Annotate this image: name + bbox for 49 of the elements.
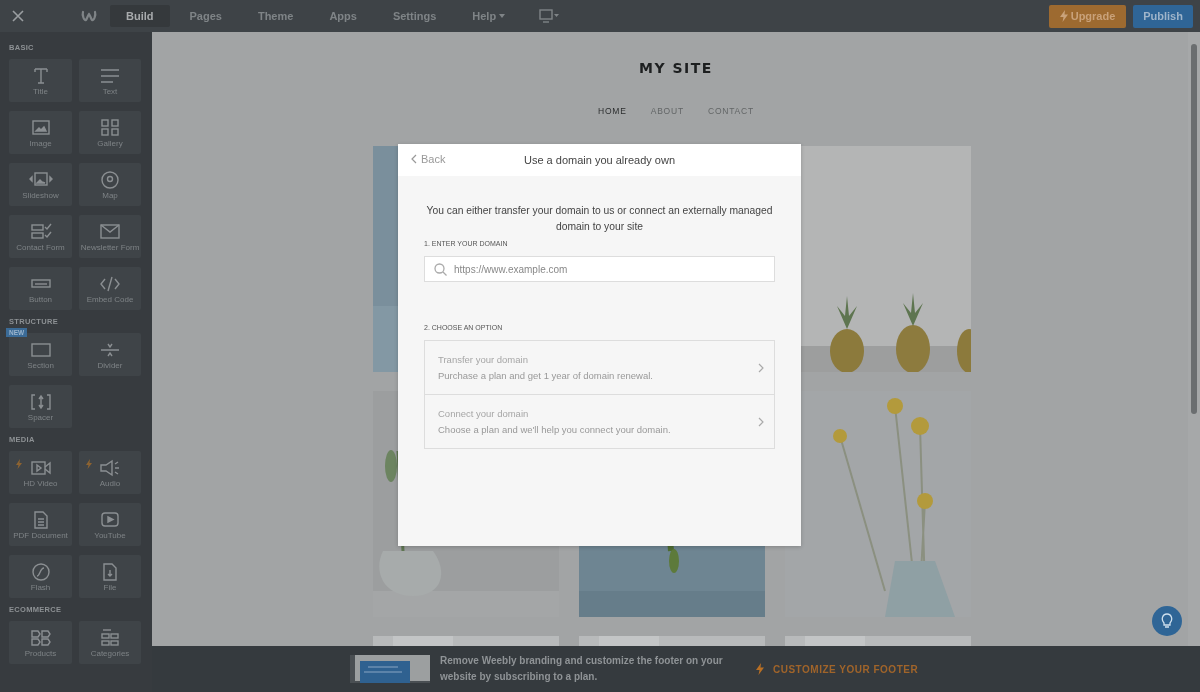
- scrollbar[interactable]: [1188, 32, 1200, 646]
- publish-button[interactable]: Publish: [1133, 4, 1193, 28]
- option-description: Purchase a plan and get 1 year of domain renewal.: [438, 370, 654, 381]
- option-row[interactable]: Connect your domain Choose a plan and we'll help you connect your domain.: [425, 394, 774, 448]
- element-tile[interactable]: Slideshow: [9, 163, 72, 206]
- nav-tab[interactable]: Apps: [313, 5, 373, 27]
- close-icon[interactable]: [12, 10, 24, 22]
- site-nav-link[interactable]: HOME: [597, 106, 627, 116]
- gallery-icon: [98, 117, 122, 138]
- option-row[interactable]: Transfer your domain Purchase a plan and get 1 year of domain renewal.: [425, 341, 774, 394]
- element-tile[interactable]: Map: [79, 163, 141, 206]
- spacer-icon: [28, 391, 53, 412]
- logo-icon[interactable]: [81, 9, 97, 23]
- nav-tab[interactable]: Help: [456, 5, 522, 27]
- form-icon: [28, 221, 53, 242]
- search-icon: [434, 263, 447, 276]
- newsletter-icon: [98, 221, 122, 242]
- products-icon: [28, 627, 53, 648]
- footer-preview-icon: [350, 655, 430, 683]
- chevron-left-icon: [411, 154, 417, 164]
- customize-footer-link[interactable]: CUSTOMIZE YOUR FOOTER: [756, 663, 919, 675]
- categories-icon: [98, 627, 122, 648]
- modal-title: Use a domain you already own: [524, 154, 675, 166]
- option-title: Connect your domain: [438, 408, 530, 419]
- option-title: Transfer your domain: [438, 354, 529, 365]
- lightbulb-icon: [1161, 613, 1173, 629]
- site-nav-link[interactable]: CONTACT: [707, 106, 754, 116]
- nav-tab[interactable]: Build: [110, 5, 170, 27]
- footer-message: Remove Weebly branding and customize the footer on your website by subscribing to a plan.: [440, 654, 724, 684]
- nav-tab[interactable]: Theme: [241, 5, 310, 27]
- youtube-icon: [98, 509, 122, 530]
- chevron-icon: [758, 416, 764, 427]
- map-icon: [98, 169, 122, 190]
- monitor-icon[interactable]: [539, 8, 560, 24]
- nav-tab[interactable]: Settings: [376, 5, 453, 27]
- intro-text: You can either transfer your domain to us or connect an externally managed domain to your site: [425, 204, 774, 234]
- lightning-icon: [1059, 10, 1068, 22]
- back-link[interactable]: Back: [411, 153, 446, 165]
- upgrade-button[interactable]: Upgrade: [1049, 4, 1126, 28]
- lightning-icon: [756, 663, 764, 675]
- tips-button[interactable]: [1152, 606, 1182, 636]
- option-description: Choose a plan and we'll help you connect your domain.: [438, 424, 672, 435]
- nav-tab[interactable]: Pages: [173, 5, 238, 27]
- element-tile[interactable]: Audio: [79, 451, 141, 494]
- site-nav-link[interactable]: ABOUT: [650, 106, 684, 116]
- chevron-icon: [758, 362, 764, 373]
- domain-field[interactable]: https://www.example.com: [424, 256, 775, 282]
- audio-icon: [98, 457, 122, 478]
- site-title: MY SITE: [639, 60, 713, 76]
